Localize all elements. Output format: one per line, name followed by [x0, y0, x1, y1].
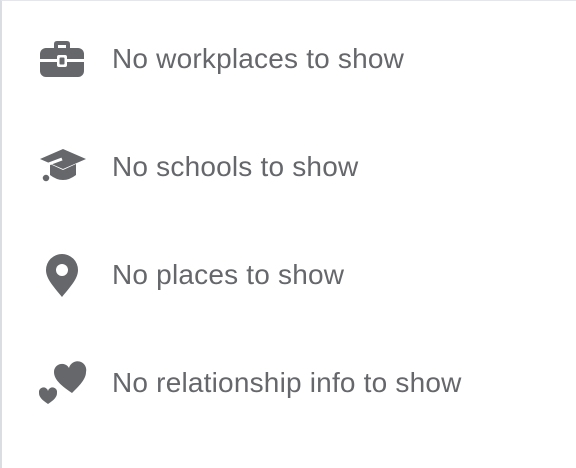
- hearts-icon: [38, 359, 90, 407]
- workplaces-row: No workplaces to show: [38, 35, 404, 83]
- relationship-text: No relationship info to show: [112, 367, 462, 398]
- graduation-cap-icon: [38, 143, 90, 191]
- profile-about-panel: No workplaces to show No schools to show…: [0, 0, 576, 468]
- schools-row: No schools to show: [38, 143, 358, 191]
- schools-text: No schools to show: [112, 151, 359, 182]
- places-row: No places to show: [38, 251, 344, 299]
- workplaces-text: No workplaces to show: [112, 43, 405, 74]
- relationship-row: No relationship info to show: [38, 359, 462, 407]
- map-pin-icon: [38, 251, 90, 299]
- briefcase-icon: [38, 35, 90, 83]
- places-text: No places to show: [112, 259, 345, 290]
